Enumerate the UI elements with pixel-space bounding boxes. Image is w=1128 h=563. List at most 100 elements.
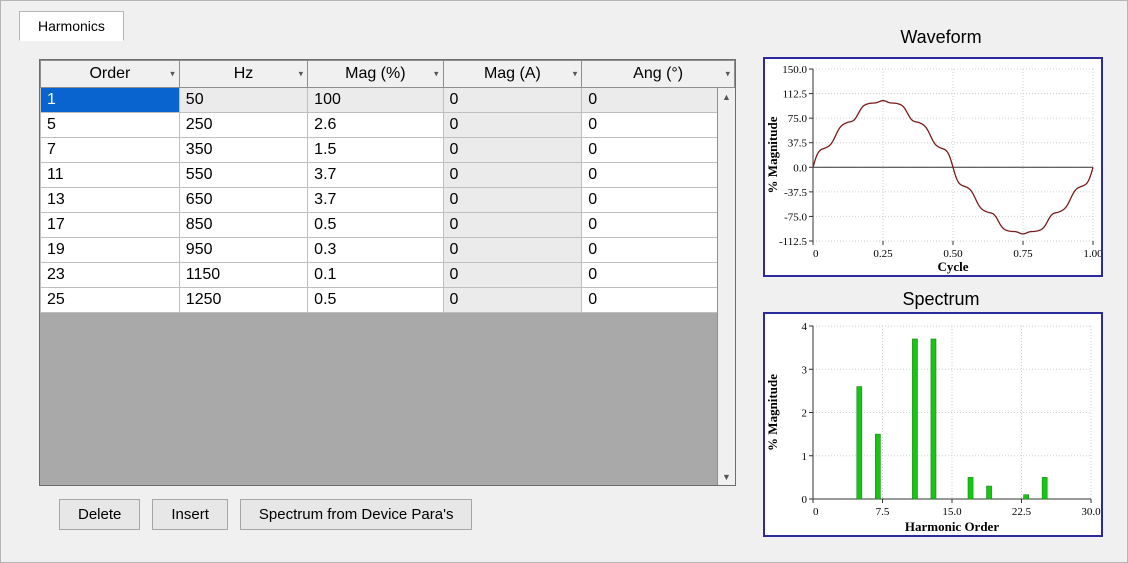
cell-ang[interactable]: 0 [582, 238, 735, 263]
svg-text:4: 4 [802, 321, 808, 333]
cell-maga[interactable]: 0 [443, 138, 582, 163]
svg-text:22.5: 22.5 [1012, 506, 1032, 518]
svg-text:0.25: 0.25 [873, 248, 893, 260]
cell-maga[interactable]: 0 [443, 113, 582, 138]
svg-text:0: 0 [813, 248, 819, 260]
cell-hz[interactable]: 950 [179, 238, 307, 263]
cell-ang[interactable]: 0 [582, 163, 735, 188]
cell-maga[interactable]: 0 [443, 188, 582, 213]
insert-button[interactable]: Insert [152, 499, 228, 530]
cell-hz[interactable]: 1250 [179, 288, 307, 313]
spectrum-chart: 0123407.515.022.530.0Harmonic Order% Mag… [763, 312, 1103, 537]
cell-hz[interactable]: 650 [179, 188, 307, 213]
svg-text:-75.0: -75.0 [784, 211, 807, 223]
svg-text:Harmonic Order: Harmonic Order [905, 519, 999, 534]
sort-icon: ▾ [725, 69, 730, 80]
col-hz-header[interactable]: Hz▾ [179, 61, 307, 88]
svg-text:1: 1 [802, 451, 808, 463]
cell-order[interactable]: 1 [41, 88, 180, 113]
cell-ang[interactable]: 0 [582, 263, 735, 288]
cell-order[interactable]: 5 [41, 113, 180, 138]
cell-hz[interactable]: 350 [179, 138, 307, 163]
harmonics-header-row: Order▾ Hz▾ Mag (%)▾ Mag (A)▾ Ang (°)▾ [41, 61, 735, 88]
svg-text:0.0: 0.0 [793, 162, 807, 174]
button-row: Delete Insert Spectrum from Device Para'… [59, 499, 472, 530]
scroll-up-icon[interactable]: ▲ [718, 88, 735, 105]
cell-maga[interactable]: 0 [443, 238, 582, 263]
sort-icon: ▾ [299, 69, 304, 80]
svg-text:75.0: 75.0 [788, 113, 808, 125]
svg-text:0: 0 [802, 494, 808, 506]
sort-icon: ▾ [434, 69, 439, 80]
app-window: Harmonics Order▾ Hz▾ Mag (%)▾ Mag (A)▾ A… [0, 0, 1128, 563]
cell-magp[interactable]: 1.5 [308, 138, 443, 163]
sort-icon: ▾ [170, 69, 175, 80]
table-row[interactable]: 73501.500 [41, 138, 735, 163]
table-row[interactable]: 178500.500 [41, 213, 735, 238]
cell-order[interactable]: 19 [41, 238, 180, 263]
cell-magp[interactable]: 0.1 [308, 263, 443, 288]
cell-hz[interactable]: 250 [179, 113, 307, 138]
cell-order[interactable]: 17 [41, 213, 180, 238]
col-order-header[interactable]: Order▾ [41, 61, 180, 88]
svg-text:15.0: 15.0 [942, 506, 962, 518]
svg-text:Cycle: Cycle [937, 259, 968, 274]
svg-text:0.75: 0.75 [1013, 248, 1033, 260]
cell-magp[interactable]: 100 [308, 88, 443, 113]
cell-magp[interactable]: 2.6 [308, 113, 443, 138]
cell-ang[interactable]: 0 [582, 113, 735, 138]
harmonics-table-panel: Order▾ Hz▾ Mag (%)▾ Mag (A)▾ Ang (°)▾ 15… [39, 59, 736, 486]
cell-order[interactable]: 11 [41, 163, 180, 188]
col-ang-header[interactable]: Ang (°)▾ [582, 61, 735, 88]
cell-magp[interactable]: 0.5 [308, 288, 443, 313]
spectrum-from-device-button[interactable]: Spectrum from Device Para's [240, 499, 473, 530]
svg-text:1.00: 1.00 [1083, 248, 1101, 260]
svg-text:112.5: 112.5 [783, 89, 808, 101]
table-row[interactable]: 2512500.500 [41, 288, 735, 313]
cell-order[interactable]: 25 [41, 288, 180, 313]
table-row[interactable]: 15010000 [41, 88, 735, 113]
scroll-down-icon[interactable]: ▼ [718, 468, 735, 485]
cell-maga[interactable]: 0 [443, 288, 582, 313]
cell-hz[interactable]: 550 [179, 163, 307, 188]
svg-text:3: 3 [802, 364, 808, 376]
cell-maga[interactable]: 0 [443, 213, 582, 238]
tab-harmonics[interactable]: Harmonics [19, 11, 124, 41]
svg-text:-112.5: -112.5 [779, 236, 808, 248]
cell-ang[interactable]: 0 [582, 188, 735, 213]
svg-text:7.5: 7.5 [876, 506, 890, 518]
cell-ang[interactable]: 0 [582, 213, 735, 238]
cell-maga[interactable]: 0 [443, 263, 582, 288]
cell-ang[interactable]: 0 [582, 138, 735, 163]
table-scrollbar[interactable]: ▲ ▼ [717, 88, 735, 485]
cell-magp[interactable]: 0.3 [308, 238, 443, 263]
spectrum-title: Spectrum [771, 289, 1111, 310]
cell-hz[interactable]: 850 [179, 213, 307, 238]
cell-hz[interactable]: 1150 [179, 263, 307, 288]
cell-order[interactable]: 13 [41, 188, 180, 213]
harmonics-table[interactable]: Order▾ Hz▾ Mag (%)▾ Mag (A)▾ Ang (°)▾ 15… [40, 60, 735, 313]
svg-text:-37.5: -37.5 [784, 187, 807, 199]
cell-magp[interactable]: 0.5 [308, 213, 443, 238]
cell-magp[interactable]: 3.7 [308, 163, 443, 188]
sort-icon: ▾ [573, 69, 578, 80]
cell-ang[interactable]: 0 [582, 288, 735, 313]
cell-ang[interactable]: 0 [582, 88, 735, 113]
svg-text:% Magnitude: % Magnitude [765, 116, 780, 193]
cell-maga[interactable]: 0 [443, 163, 582, 188]
delete-button[interactable]: Delete [59, 499, 140, 530]
cell-magp[interactable]: 3.7 [308, 188, 443, 213]
cell-hz[interactable]: 50 [179, 88, 307, 113]
table-row[interactable]: 199500.300 [41, 238, 735, 263]
col-maga-header[interactable]: Mag (A)▾ [443, 61, 582, 88]
cell-order[interactable]: 7 [41, 138, 180, 163]
table-row[interactable]: 136503.700 [41, 188, 735, 213]
table-row[interactable]: 115503.700 [41, 163, 735, 188]
col-magp-header[interactable]: Mag (%)▾ [308, 61, 443, 88]
cell-maga[interactable]: 0 [443, 88, 582, 113]
cell-order[interactable]: 23 [41, 263, 180, 288]
table-row[interactable]: 2311500.100 [41, 263, 735, 288]
svg-text:2: 2 [802, 408, 808, 420]
table-row[interactable]: 52502.600 [41, 113, 735, 138]
waveform-chart: -112.5-75.0-37.50.037.575.0112.5150.000.… [763, 57, 1103, 277]
